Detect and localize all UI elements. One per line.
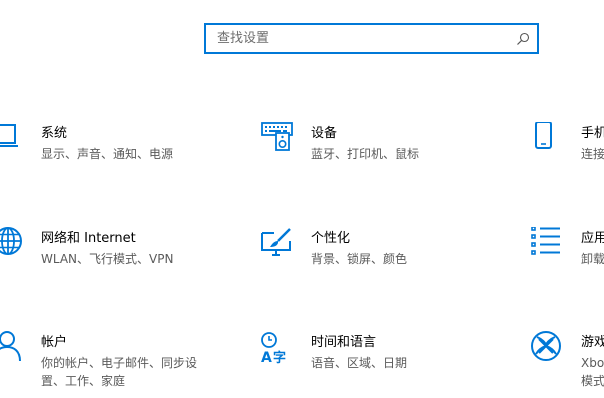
tile-time-language-desc: 语音、区域、日期: [311, 356, 408, 370]
person-icon: [0, 331, 26, 367]
tile-accounts-desc-line1: 你的帐户、电子邮件、同步设: [41, 356, 198, 370]
tile-network[interactable]: 网络和 Internet WLAN、飞行模式、VPN: [0, 227, 240, 287]
search-icon[interactable]: [515, 31, 531, 47]
tile-gaming-desc-line1: Xbo: [581, 356, 604, 370]
apps-list-icon: [530, 227, 566, 263]
tile-devices-title: 设备: [311, 126, 338, 141]
tile-apps-desc: 卸载: [581, 252, 604, 266]
laptop-icon: [0, 122, 30, 158]
tile-system-title: 系统: [41, 126, 68, 141]
tile-gaming-desc-line2: 模式: [581, 374, 604, 388]
tile-phone-title: 手机: [581, 126, 604, 141]
keyboard-speaker-icon: [260, 122, 296, 158]
search-input[interactable]: 查找设置: [217, 31, 269, 47]
tile-accounts-desc-line2: 置、工作、家庭: [41, 374, 126, 388]
tile-accounts[interactable]: 帐户 你的帐户、电子邮件、同步设 置、工作、家庭: [0, 331, 240, 391]
tile-phone-desc: 连接: [581, 147, 604, 161]
tile-system[interactable]: 系统 显示、声音、通知、电源: [0, 122, 240, 182]
xbox-icon: [530, 331, 566, 367]
tile-time-language[interactable]: A 字 时间和语言 语音、区域、日期: [260, 331, 500, 391]
tile-apps[interactable]: 应用 卸载: [530, 227, 604, 287]
tile-time-language-title: 时间和语言: [311, 335, 377, 350]
tile-network-title: 网络和 Internet: [41, 231, 136, 246]
svg-text:A: A: [261, 350, 272, 366]
tile-system-desc: 显示、声音、通知、电源: [41, 147, 174, 161]
tile-gaming-title: 游戏: [581, 335, 604, 350]
tile-devices[interactable]: 设备 蓝牙、打印机、鼠标: [260, 122, 500, 182]
tile-accounts-title: 帐户: [41, 335, 68, 350]
search-box[interactable]: 查找设置: [204, 23, 539, 54]
tile-phone[interactable]: 手机 连接: [530, 122, 604, 182]
tile-devices-desc: 蓝牙、打印机、鼠标: [311, 147, 420, 161]
tile-personalization[interactable]: 个性化 背景、锁屏、颜色: [260, 227, 500, 287]
tile-personalization-desc: 背景、锁屏、颜色: [311, 252, 408, 266]
language-icon: A 字: [260, 331, 296, 367]
svg-text:字: 字: [273, 350, 286, 366]
tile-apps-title: 应用: [581, 231, 604, 246]
phone-icon: [530, 122, 566, 158]
tile-personalization-title: 个性化: [311, 231, 351, 246]
tile-network-desc: WLAN、飞行模式、VPN: [41, 252, 174, 266]
settings-home: 查找设置 系统 显示、声音、通知、电源 设备 蓝牙、打印机、鼠标 手机 连接 网…: [0, 0, 604, 398]
globe-icon: [0, 227, 24, 263]
paintbrush-icon: [260, 227, 296, 263]
tile-gaming[interactable]: 游戏 Xbo 模式: [530, 331, 604, 391]
